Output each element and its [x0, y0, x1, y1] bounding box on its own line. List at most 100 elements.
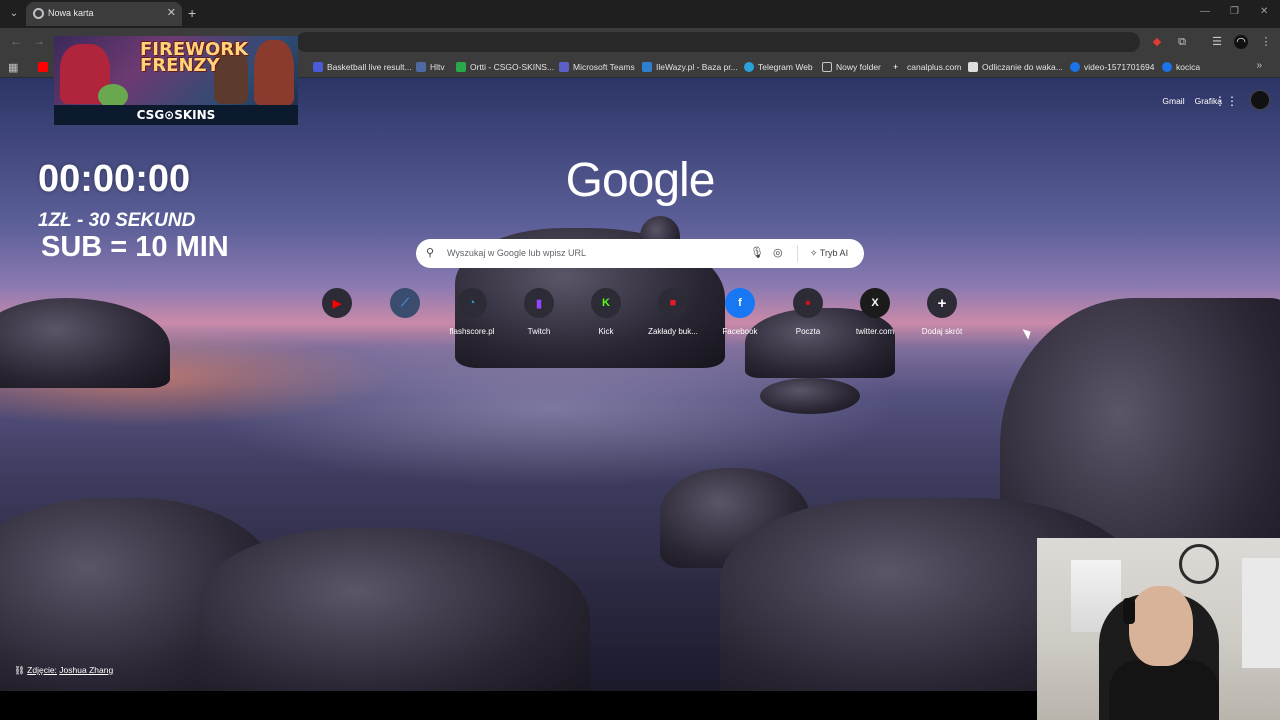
credit-prefix: Zdjęcie:: [27, 665, 57, 675]
shortcut-label: Facebook: [722, 327, 758, 336]
tab-title: Nowa karta: [48, 8, 94, 18]
close-tab-icon[interactable]: ✕: [167, 6, 176, 19]
sponsor-banner: FIREWORK FRENZY CSG⊙SKINS: [54, 36, 298, 125]
wall-clock: [1179, 544, 1219, 584]
rock-foreground-mid: [200, 528, 590, 691]
chrome-icon: [33, 8, 44, 19]
google-logo: Google: [565, 154, 716, 207]
address-bar[interactable]: [296, 32, 1140, 52]
search-input[interactable]: Wyszukaj w Google lub wpisz URL: [447, 248, 586, 258]
shortcut-label: Kick: [598, 327, 614, 336]
shortcut-youtube[interactable]: ▶: [306, 288, 368, 327]
bookmark-canalplus[interactable]: + canalplus.com: [893, 59, 961, 75]
hltv-icon: ⟋: [390, 288, 420, 318]
bookmark-hltv[interactable]: Hltv: [416, 59, 445, 75]
bookmark-kocica[interactable]: kocica: [1162, 59, 1200, 75]
bookmark-youtube[interactable]: [38, 59, 48, 75]
shortcut-kick[interactable]: K Kick: [575, 288, 637, 336]
bookmark-basketball[interactable]: Basketball live result...: [313, 59, 412, 75]
streamer-body: [1109, 660, 1219, 720]
shortcut-label: twitter.com: [855, 327, 895, 336]
telegram-icon: [744, 62, 754, 72]
shortcut-label: Twitch: [527, 327, 551, 336]
kick-icon: K: [591, 288, 621, 318]
shortcut-poczta[interactable]: ● Poczta: [777, 288, 839, 336]
ai-mode-button[interactable]: ✧ Tryb AI: [804, 244, 854, 263]
shortcut-add[interactable]: + Dodaj skrót: [911, 288, 973, 336]
shortcut-facebook[interactable]: f Facebook: [709, 288, 771, 336]
bookmark-telegram[interactable]: Telegram Web: [744, 59, 813, 75]
forward-button[interactable]: →: [33, 34, 45, 48]
stream-timer: 00:00:00: [38, 158, 191, 200]
banner-brand: CSG⊙SKINS: [136, 108, 216, 122]
folder-icon: [822, 62, 832, 72]
close-window-button[interactable]: ✕: [1260, 6, 1268, 17]
new-tab-button[interactable]: +: [188, 5, 196, 21]
teams-icon: [559, 62, 569, 72]
reading-list-icon[interactable]: ☰: [1210, 35, 1224, 49]
youtube-icon: [38, 62, 48, 72]
flashscore-icon: ◔: [457, 288, 487, 318]
link-icon: ⛓: [14, 665, 28, 675]
webcam-feed: [1037, 538, 1280, 720]
x-icon: X: [860, 288, 890, 318]
search-box[interactable]: ⚲ Wyszukaj w Google lub wpisz URL 🎙 ◎ ✧ …: [416, 239, 864, 268]
microphone-icon[interactable]: 🎙: [750, 246, 764, 259]
shortcut-hltv[interactable]: ⟋: [374, 288, 436, 327]
shortcut-label: flashscore.pl: [449, 327, 495, 336]
sub-rate: SUB = 10 MIN: [41, 231, 229, 263]
shortcut-twitch[interactable]: ▮ Twitch: [508, 288, 570, 336]
back-button[interactable]: ←: [10, 34, 22, 48]
sheet-icon: [456, 62, 466, 72]
shortcut-betting[interactable]: ■ Zakłady buk...: [642, 288, 704, 336]
menu-kebab-icon[interactable]: ⋮: [1259, 35, 1273, 49]
shortcut-flashscore[interactable]: ◔ flashscore.pl: [441, 288, 503, 336]
streamer-head: [1129, 586, 1193, 666]
plus-icon: +: [893, 62, 899, 72]
apps-grid-icon[interactable]: ▦: [8, 61, 18, 74]
rock-left: [0, 298, 170, 388]
profile-avatar-icon[interactable]: ◠: [1234, 35, 1248, 49]
bottom-letterbox: [0, 691, 1037, 720]
youtube-icon: ▶: [322, 288, 352, 318]
ilewazy-icon: [642, 62, 652, 72]
camera-lens-icon[interactable]: ◎: [773, 246, 783, 259]
bookmarks-overflow-icon[interactable]: »: [1256, 60, 1262, 71]
credit-author: Joshua Zhang: [59, 665, 114, 675]
bookmark-countdown[interactable]: Odliczanie do waka...: [968, 59, 1063, 75]
donation-rate: 1ZŁ - 30 SEKUND: [38, 210, 196, 231]
add-icon: +: [927, 288, 957, 318]
maximize-button[interactable]: ❐: [1230, 6, 1239, 17]
divider: [797, 245, 798, 262]
shortcut-label: Poczta: [795, 327, 821, 336]
banner-character: [254, 40, 294, 106]
rock-small: [760, 378, 860, 414]
search-icon: ⚲: [426, 247, 435, 259]
account-avatar[interactable]: [1250, 90, 1270, 110]
bookmark-teams[interactable]: Microsoft Teams: [559, 59, 635, 75]
tab-search-button[interactable]: ⌄: [4, 4, 24, 24]
gmail-link[interactable]: Gmail: [1162, 96, 1184, 106]
extension-red-icon[interactable]: ◆: [1150, 35, 1164, 49]
link-icon: [1070, 62, 1080, 72]
shortcut-label: Zakłady buk...: [648, 327, 698, 336]
google-apps-icon[interactable]: ⋮⋮: [1214, 94, 1238, 108]
minimize-button[interactable]: —: [1200, 6, 1210, 17]
photo-credit[interactable]: ⛓ Zdjęcie: Joshua Zhang: [14, 665, 113, 676]
ai-mode-label: Tryb AI: [819, 248, 849, 258]
extensions-puzzle-icon[interactable]: ⧉: [1175, 35, 1189, 49]
basketball-icon: [313, 62, 323, 72]
mail-icon: ●: [793, 288, 823, 318]
shortcut-twitter[interactable]: X twitter.com: [844, 288, 906, 336]
bookmark-csgo-skins[interactable]: Ortti - CSGO-SKINS...: [456, 59, 554, 75]
tab-new-tab[interactable]: Nowa karta ✕: [26, 2, 182, 26]
bookmark-video[interactable]: video-1571701694: [1070, 59, 1154, 75]
page-icon: [968, 62, 978, 72]
banner-title: FIREWORK FRENZY: [140, 39, 249, 76]
bookmark-ilewazy[interactable]: IleWazy.pl - Baza pr...: [642, 59, 738, 75]
bookmark-folder[interactable]: Nowy folder: [822, 59, 881, 75]
facebook-icon: f: [725, 288, 755, 318]
tab-strip: ⌄ Nowa karta ✕ + — ❐ ✕: [0, 0, 1280, 28]
banner-brand-bar: CSG⊙SKINS: [54, 105, 298, 125]
link-icon: [1162, 62, 1172, 72]
